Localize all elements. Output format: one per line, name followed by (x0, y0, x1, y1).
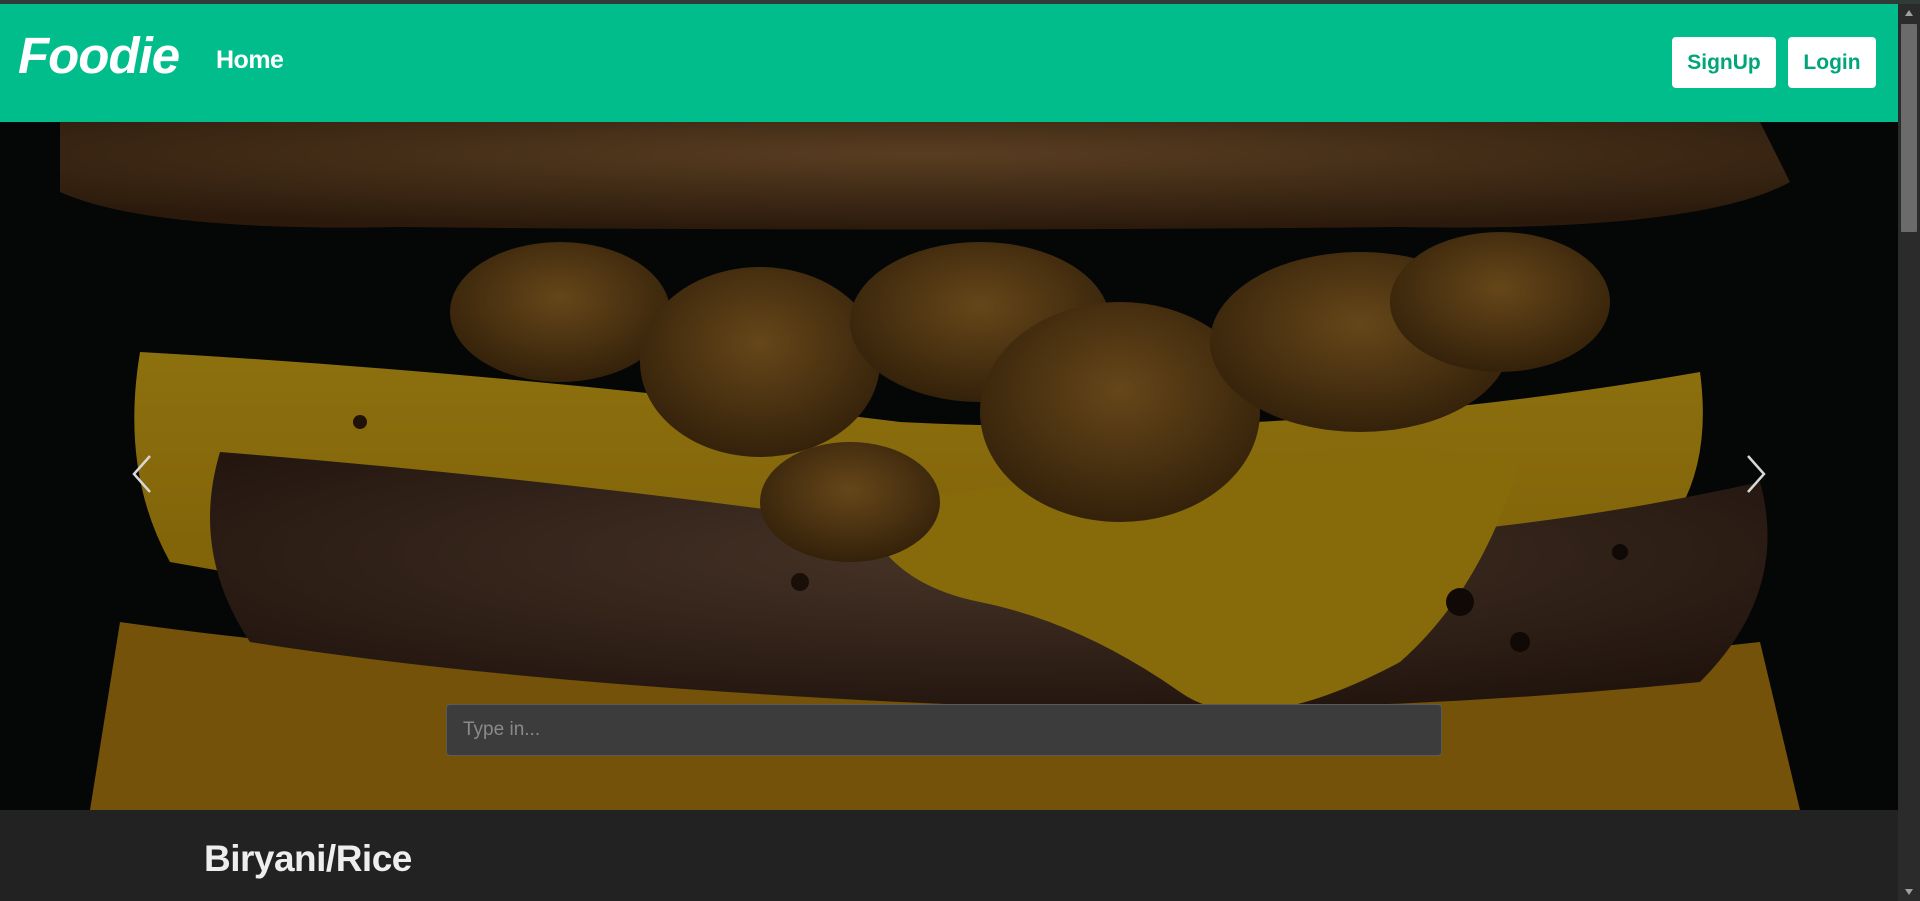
login-button[interactable]: Login (1788, 37, 1876, 88)
scroll-thumb[interactable] (1901, 24, 1917, 232)
nav-home-link[interactable]: Home (216, 46, 284, 75)
hero-carousel (0, 122, 1898, 810)
brand-logo[interactable]: Foodie (18, 30, 180, 81)
carousel-next-button[interactable] (1736, 444, 1776, 504)
search-input[interactable] (446, 704, 1442, 756)
chevron-left-icon (132, 455, 151, 493)
chevron-right-icon (1747, 455, 1766, 493)
category-section: Biryani/Rice (0, 810, 1898, 901)
scroll-up-button[interactable] (1898, 4, 1920, 22)
scroll-down-button[interactable] (1898, 883, 1920, 901)
vertical-scrollbar[interactable] (1898, 4, 1920, 901)
section-title: Biryani/Rice (204, 838, 412, 879)
carousel-prev-button[interactable] (122, 444, 162, 504)
signup-button[interactable]: SignUp (1672, 37, 1776, 88)
navbar: Foodie Home SignUp Login (0, 4, 1898, 122)
caret-up-icon (1905, 10, 1913, 16)
caret-down-icon (1905, 889, 1913, 895)
page: Foodie Home SignUp Login Type in... Biry… (0, 0, 1920, 901)
